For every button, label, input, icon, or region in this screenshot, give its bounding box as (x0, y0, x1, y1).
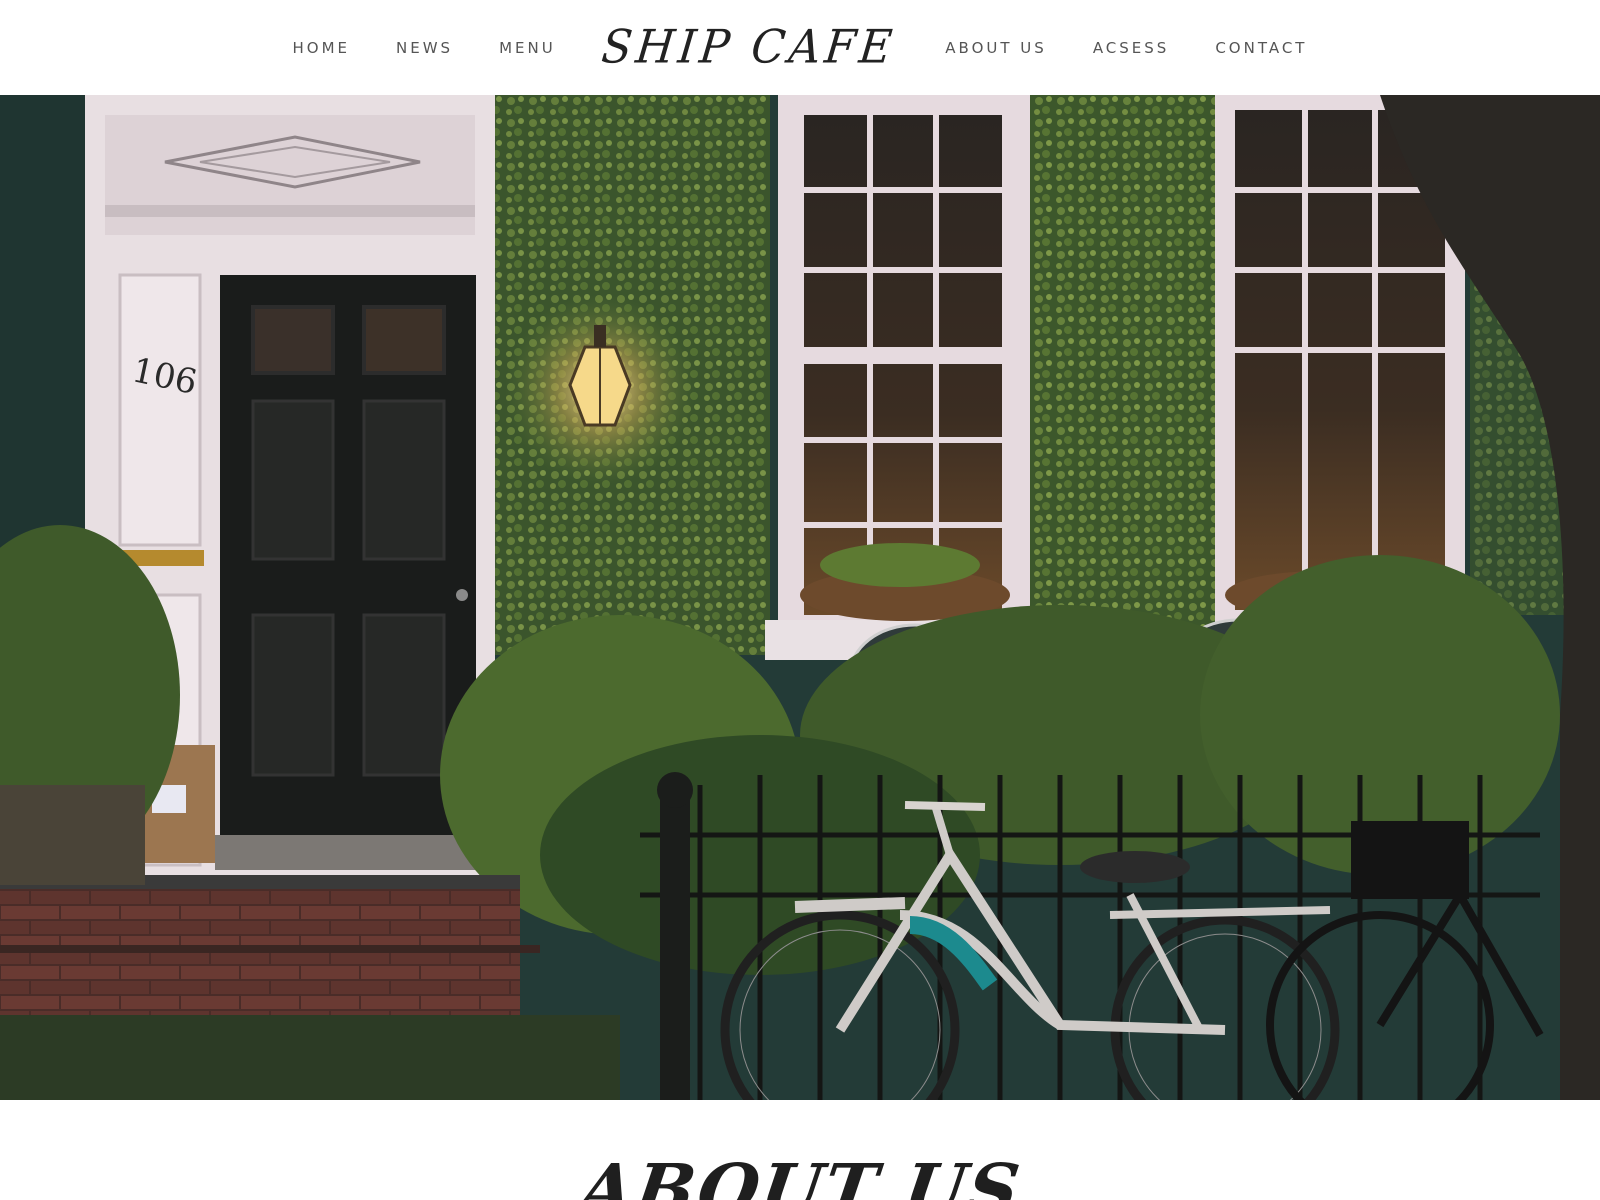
black-door (220, 275, 476, 855)
nav-menu-link[interactable]: MENU (499, 39, 556, 57)
main-nav: HOME NEWS MENU SHIP CAFE ABOUT US ACSESS… (293, 21, 1308, 75)
hero-image: 106 (0, 95, 1600, 1100)
nav-home-link[interactable]: HOME (293, 39, 351, 57)
window-left (765, 95, 1045, 660)
site-logo[interactable]: SHIP CAFE (599, 21, 898, 75)
nav-right-group: ABOUT US ACSESS CONTACT (899, 39, 1307, 57)
door-step (215, 835, 495, 870)
about-us-heading: ABOUT US (573, 1148, 1027, 1200)
ivy-center (1030, 95, 1215, 655)
nav-access-link[interactable]: ACSESS (1093, 39, 1170, 57)
bicycle-seat (1080, 851, 1190, 883)
nav-left-group: HOME NEWS MENU (293, 39, 602, 57)
wall-lamp (505, 295, 695, 485)
nav-about-link[interactable]: ABOUT US (945, 39, 1047, 57)
nav-news-link[interactable]: NEWS (396, 39, 453, 57)
hero-photo-illustration: 106 (0, 95, 1600, 1100)
nav-contact-link[interactable]: CONTACT (1215, 39, 1307, 57)
wooden-planter (0, 785, 145, 885)
site-header: HOME NEWS MENU SHIP CAFE ABOUT US ACSESS… (0, 0, 1600, 95)
fence-post (660, 795, 690, 1100)
